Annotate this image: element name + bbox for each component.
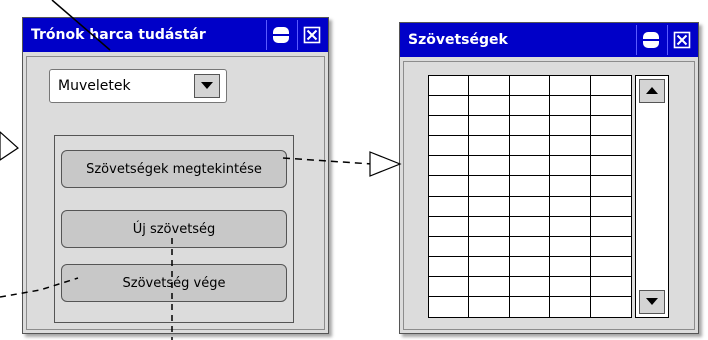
table-cell[interactable] [590, 176, 631, 197]
table-cell[interactable] [590, 217, 631, 237]
table-cell[interactable] [590, 156, 631, 177]
table-cell[interactable] [469, 256, 510, 277]
table-cell[interactable] [429, 296, 470, 317]
table-cell[interactable] [429, 116, 470, 137]
table-cell[interactable] [469, 296, 510, 317]
table-cell[interactable] [590, 257, 631, 277]
minimize-icon [273, 27, 289, 43]
table-cell[interactable] [469, 276, 510, 297]
table-cell[interactable] [550, 216, 591, 237]
table-cell[interactable] [469, 96, 510, 117]
table-scrollbar[interactable] [635, 75, 669, 318]
scroll-up-button[interactable] [639, 79, 665, 103]
table-cell[interactable] [509, 256, 551, 277]
new-alliance-button[interactable]: Új szövetség [61, 210, 287, 248]
table-cell[interactable] [509, 96, 551, 117]
table-cell[interactable] [429, 156, 470, 177]
table-cell[interactable] [469, 176, 510, 197]
table-cell[interactable] [429, 136, 470, 157]
table-cell[interactable] [429, 256, 470, 277]
table-cell[interactable] [590, 237, 631, 257]
view-alliances-button[interactable]: Szövetségek megtekintése [61, 150, 287, 188]
table-cell[interactable] [591, 297, 631, 317]
table-cell[interactable] [429, 276, 470, 297]
scroll-up-icon [646, 87, 658, 94]
table-cell[interactable] [469, 156, 510, 177]
table-cell[interactable] [509, 116, 551, 137]
table-cell[interactable] [429, 236, 470, 257]
table-cell[interactable] [469, 196, 510, 217]
table-cell[interactable] [469, 76, 510, 97]
table-cell[interactable] [550, 236, 591, 257]
operations-dropdown[interactable]: Muveletek [49, 69, 227, 103]
table-cell[interactable] [509, 176, 551, 197]
table-cell[interactable] [550, 96, 591, 117]
table-cell[interactable] [509, 216, 551, 237]
left-window-content: Muveletek Szövetségek megtekintése Új sz… [26, 56, 325, 330]
table-cell[interactable] [590, 76, 631, 97]
right-window-titlebar[interactable]: Szövetségek [400, 23, 698, 57]
scroll-down-button[interactable] [639, 290, 665, 314]
alliances-table[interactable] [428, 75, 632, 318]
table-cell[interactable] [590, 136, 631, 157]
table-cell[interactable] [509, 136, 551, 157]
table-cell[interactable] [429, 176, 470, 197]
left-window: Trónok harca tudástár Muveletek Szövetsé… [22, 17, 329, 334]
table-cell[interactable] [469, 216, 510, 237]
actions-group: Szövetségek megtekintése Új szövetség Sz… [54, 135, 294, 323]
window-title: Trónok harca tudástár [31, 27, 206, 43]
table-cell[interactable] [510, 296, 551, 317]
table-cell[interactable] [469, 116, 510, 137]
table-cell[interactable] [469, 236, 510, 257]
table-cell[interactable] [550, 136, 591, 157]
minimize-button[interactable] [266, 20, 295, 50]
close-icon [303, 26, 321, 44]
table-cell[interactable] [469, 136, 510, 157]
close-button[interactable] [667, 25, 696, 55]
table-cell[interactable] [429, 76, 470, 97]
table-cell[interactable] [550, 156, 591, 177]
arrowhead-left-edge-icon [0, 131, 19, 161]
table-cell[interactable] [429, 216, 470, 237]
left-window-titlebar[interactable]: Trónok harca tudástár [23, 18, 328, 52]
table-cell[interactable] [590, 277, 631, 297]
dropdown-button[interactable] [194, 74, 220, 98]
table-cell[interactable] [509, 156, 551, 177]
close-button[interactable] [297, 20, 326, 50]
close-icon [673, 31, 691, 49]
table-cell[interactable] [590, 96, 631, 117]
minimize-icon [643, 32, 659, 48]
table-cell[interactable] [550, 176, 591, 197]
table-cell[interactable] [550, 116, 591, 137]
dropdown-arrow-icon [201, 82, 213, 89]
right-window: Szövetségek [399, 22, 699, 334]
table-cell[interactable] [429, 196, 470, 217]
scroll-down-icon [646, 298, 658, 305]
window-title: Szövetségek [408, 32, 508, 48]
table-cell[interactable] [550, 296, 591, 317]
table-cell[interactable] [509, 236, 551, 257]
arrowhead-icon [369, 151, 402, 177]
table-cell[interactable] [509, 76, 551, 97]
right-window-content [403, 61, 695, 330]
end-alliance-button[interactable]: Szövetség vége [61, 264, 287, 302]
table-cell[interactable] [550, 76, 591, 97]
table-cell[interactable] [509, 196, 551, 217]
table-cell[interactable] [509, 276, 551, 297]
table-cell[interactable] [590, 197, 631, 217]
dropdown-value: Muveletek [58, 78, 131, 94]
table-cell[interactable] [550, 256, 591, 277]
table-cell[interactable] [429, 96, 470, 117]
minimize-button[interactable] [636, 25, 665, 55]
table-cell[interactable] [550, 276, 591, 297]
table-cell[interactable] [590, 116, 631, 137]
table-cell[interactable] [550, 196, 591, 217]
